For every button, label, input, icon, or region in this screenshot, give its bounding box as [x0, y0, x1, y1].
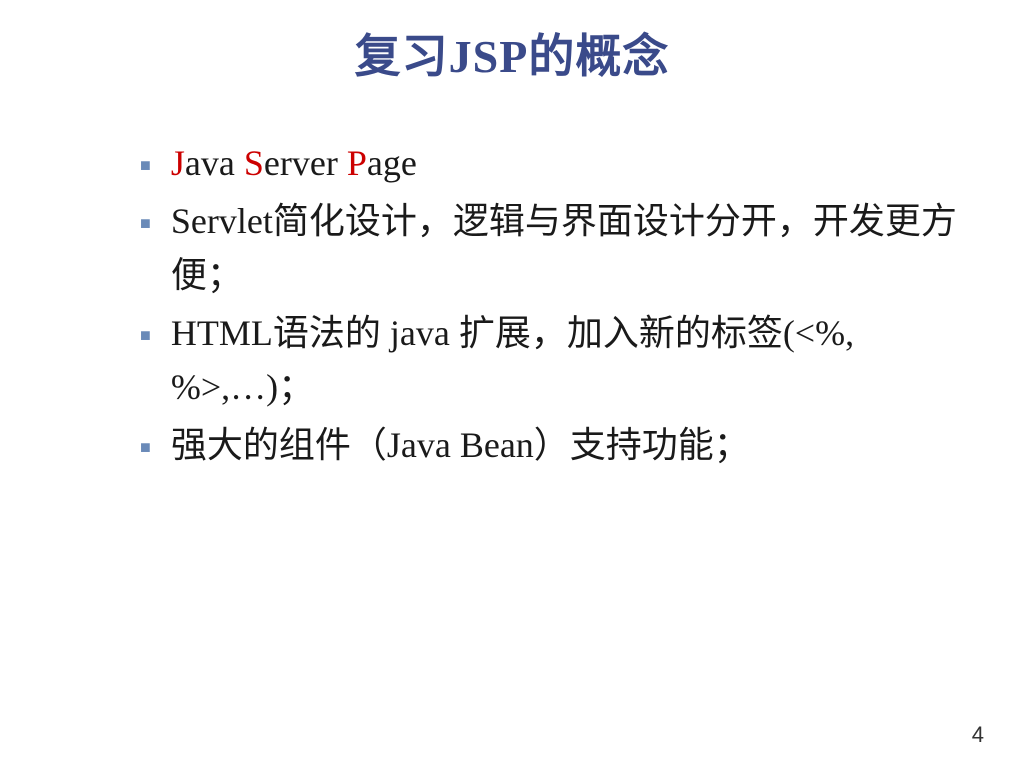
bullet-marker-icon: ■	[140, 210, 151, 237]
bullet-text-html: HTML语法的 java 扩展，加入新的标签(<%, %>,…)；	[171, 306, 964, 414]
red-j: J	[171, 143, 185, 183]
red-s: S	[244, 143, 264, 183]
bullet-text-javabean: 强大的组件（Java Bean）支持功能；	[171, 418, 964, 472]
red-p: P	[347, 143, 367, 183]
bullet-item: ■ Servlet简化设计，逻辑与界面设计分开，开发更方便；	[140, 194, 964, 302]
text-age: age	[367, 143, 417, 183]
bullet-marker-icon: ■	[140, 434, 151, 461]
content-area: ■ Java Server Page ■ Servlet简化设计，逻辑与界面设计…	[0, 136, 1024, 472]
bullet-item: ■ 强大的组件（Java Bean）支持功能；	[140, 418, 964, 472]
bullet-text-jsp: Java Server Page	[171, 136, 964, 190]
bullet-marker-icon: ■	[140, 322, 151, 349]
bullet-item: ■ HTML语法的 java 扩展，加入新的标签(<%, %>,…)；	[140, 306, 964, 414]
bullet-item: ■ Java Server Page	[140, 136, 964, 190]
bullet-marker-icon: ■	[140, 152, 151, 179]
text-ava: ava	[185, 143, 244, 183]
page-number: 4	[972, 722, 984, 748]
bullet-text-servlet: Servlet简化设计，逻辑与界面设计分开，开发更方便；	[171, 194, 964, 302]
slide-title: 复习JSP的概念	[0, 20, 1024, 86]
text-erver: erver	[264, 143, 347, 183]
slide-container: 复习JSP的概念 ■ Java Server Page ■ Servlet简化设…	[0, 0, 1024, 768]
